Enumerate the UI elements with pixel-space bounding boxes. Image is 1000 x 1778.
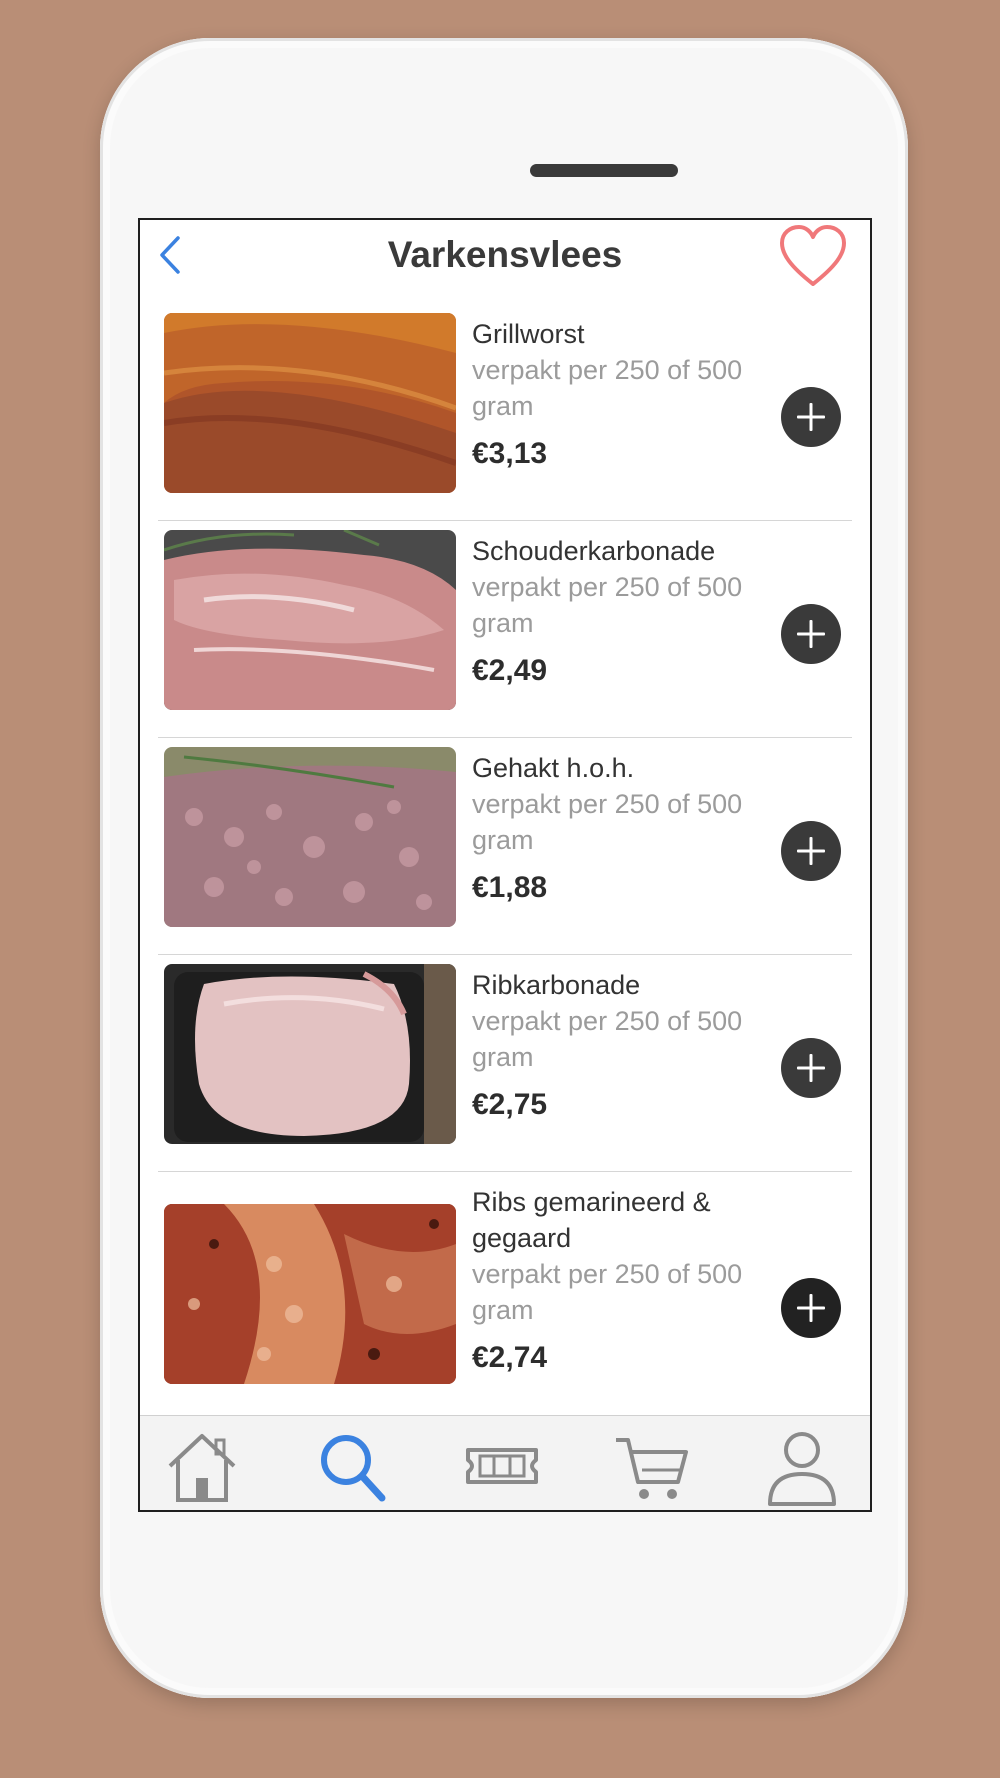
add-to-cart-button[interactable] bbox=[781, 1278, 841, 1338]
product-name: Schouderkarbonade bbox=[472, 536, 716, 566]
product-description: verpakt per 250 of 500 gram bbox=[472, 1006, 743, 1072]
tab-home[interactable] bbox=[162, 1426, 242, 1506]
add-to-cart-button[interactable] bbox=[781, 604, 841, 664]
product-info: Grillworst verpakt per 250 of 500 gram €… bbox=[472, 316, 762, 472]
product-price: €3,13 bbox=[472, 437, 548, 470]
product-price: €1,88 bbox=[472, 871, 548, 904]
user-icon bbox=[768, 1432, 836, 1506]
product-description: verpakt per 250 of 500 gram bbox=[472, 789, 743, 855]
product-image-grillworst bbox=[164, 313, 456, 493]
tab-profile[interactable] bbox=[762, 1426, 842, 1506]
product-item[interactable]: Grillworst verpakt per 250 of 500 gram €… bbox=[158, 304, 852, 521]
product-image-ribs bbox=[164, 1204, 456, 1384]
product-info: Ribs gemarineerd & gegaard verpakt per 2… bbox=[472, 1184, 762, 1376]
product-item[interactable]: Gehakt h.o.h. verpakt per 250 of 500 gra… bbox=[158, 738, 852, 955]
product-price: €2,49 bbox=[472, 654, 548, 687]
phone-speaker bbox=[530, 164, 678, 177]
product-description: verpakt per 250 of 500 gram bbox=[472, 1259, 743, 1325]
product-info: Ribkarbonade verpakt per 250 of 500 gram… bbox=[472, 967, 762, 1123]
page-title: Varkensvlees bbox=[387, 234, 623, 275]
product-name: Grillworst bbox=[472, 319, 585, 349]
tab-cart[interactable] bbox=[612, 1426, 692, 1506]
home-icon bbox=[168, 1434, 236, 1502]
product-price: €2,74 bbox=[472, 1341, 548, 1374]
ticket-icon bbox=[466, 1448, 538, 1484]
add-to-cart-button[interactable] bbox=[781, 821, 841, 881]
search-icon bbox=[321, 1435, 386, 1502]
heart-icon bbox=[780, 225, 846, 286]
product-name: Gehakt h.o.h. bbox=[472, 753, 635, 783]
product-item[interactable]: Ribkarbonade verpakt per 250 of 500 gram… bbox=[158, 955, 852, 1172]
tab-offers[interactable] bbox=[462, 1426, 542, 1506]
tab-search[interactable] bbox=[312, 1426, 392, 1506]
add-to-cart-button[interactable] bbox=[781, 1038, 841, 1098]
favorite-button[interactable] bbox=[778, 224, 848, 290]
product-description: verpakt per 250 of 500 gram bbox=[472, 355, 743, 421]
app-screen: Varkensvlees Grillworst verpakt per 250 … bbox=[138, 218, 872, 1512]
tab-bar bbox=[140, 1415, 870, 1510]
product-image-schouderkarbonade bbox=[164, 530, 456, 710]
product-price: €2,75 bbox=[472, 1088, 548, 1121]
header: Varkensvlees bbox=[140, 220, 870, 292]
product-list: Grillworst verpakt per 250 of 500 gram €… bbox=[158, 304, 852, 1424]
product-description: verpakt per 250 of 500 gram bbox=[472, 572, 743, 638]
cart-icon bbox=[616, 1438, 688, 1499]
product-image-ribkarbonade bbox=[164, 964, 456, 1144]
product-name: Ribs gemarineerd & gegaard bbox=[472, 1187, 711, 1253]
product-item[interactable]: Ribs gemarineerd & gegaard verpakt per 2… bbox=[158, 1172, 852, 1424]
add-to-cart-button[interactable] bbox=[781, 387, 841, 447]
product-info: Schouderkarbonade verpakt per 250 of 500… bbox=[472, 533, 762, 689]
product-item[interactable]: Schouderkarbonade verpakt per 250 of 500… bbox=[158, 521, 852, 738]
product-image-gehakt bbox=[164, 747, 456, 927]
product-name: Ribkarbonade bbox=[472, 970, 641, 1000]
product-info: Gehakt h.o.h. verpakt per 250 of 500 gra… bbox=[472, 750, 762, 906]
